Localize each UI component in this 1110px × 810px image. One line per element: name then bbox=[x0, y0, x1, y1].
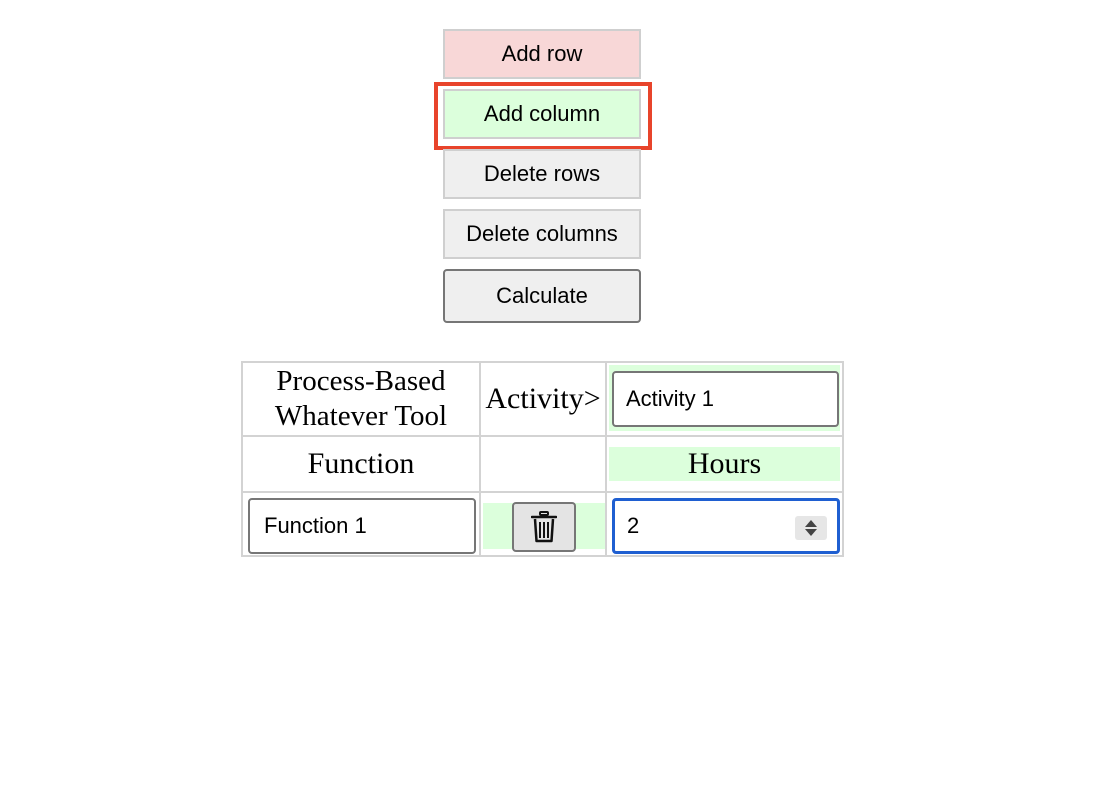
add-row-button[interactable]: Add row bbox=[443, 29, 641, 79]
table-title-line-1: Process-Based bbox=[276, 365, 446, 397]
hours-header-cell: Hours bbox=[607, 437, 842, 493]
decrement-arrow-icon[interactable] bbox=[805, 529, 817, 536]
delete-rows-button[interactable]: Delete rows bbox=[443, 149, 641, 199]
delete-row-button[interactable] bbox=[512, 502, 576, 552]
hours-row-cell: 2 bbox=[607, 493, 842, 555]
hours-value: 2 bbox=[627, 513, 640, 538]
function-row-cell: Function 1 bbox=[243, 493, 481, 555]
increment-arrow-icon[interactable] bbox=[805, 520, 817, 527]
activity-header-cell: Activity 1 bbox=[607, 363, 842, 437]
add-column-button[interactable]: Add column bbox=[443, 89, 641, 139]
delete-row-cell bbox=[481, 493, 607, 555]
table-title-line-2: Whatever Tool bbox=[274, 400, 448, 432]
activity-name-input[interactable]: Activity 1 bbox=[612, 371, 839, 427]
calculate-button[interactable]: Calculate bbox=[443, 269, 641, 323]
spinner-arrows-icon[interactable] bbox=[795, 516, 827, 540]
calculation-table: Process-Based Whatever Tool Activity> Ac… bbox=[241, 361, 844, 557]
activity-label: Activity> bbox=[481, 363, 607, 437]
function-name-input[interactable]: Function 1 bbox=[248, 498, 476, 554]
delete-columns-button[interactable]: Delete columns bbox=[443, 209, 641, 259]
trash-icon bbox=[531, 511, 557, 543]
hours-header: Hours bbox=[687, 447, 762, 480]
function-header: Function bbox=[243, 437, 481, 493]
empty-header-cell bbox=[481, 437, 607, 493]
hours-number-input[interactable]: 2 bbox=[612, 498, 840, 554]
table-title: Process-Based Whatever Tool bbox=[243, 363, 481, 437]
